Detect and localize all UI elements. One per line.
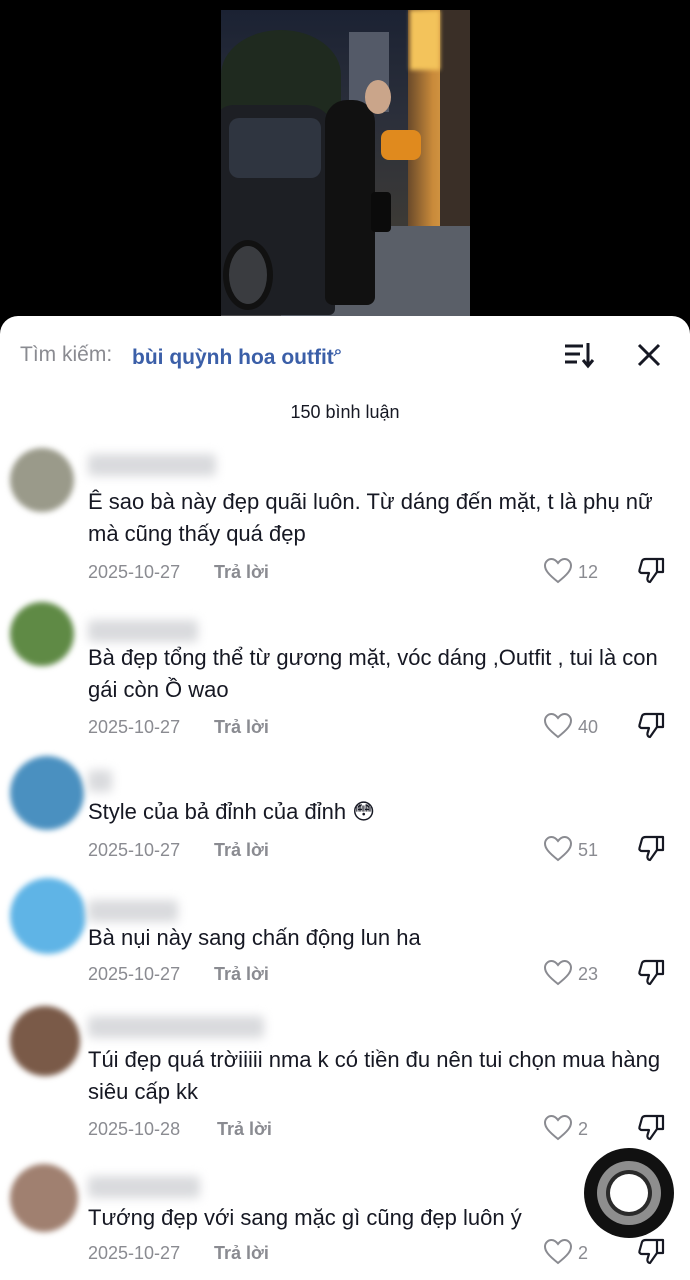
comment-date: 2025-10-27 <box>88 964 181 984</box>
floating-assistive-button[interactable] <box>584 1148 674 1238</box>
comments-header: Tìm kiếm: bùi quỳnh hoa outfit⌕ <box>0 316 690 394</box>
avatar[interactable] <box>10 878 86 954</box>
comment-date: 2025-10-27 <box>88 562 181 582</box>
comment-date: 2025-10-27 <box>88 717 181 737</box>
comment-text: Tướng đẹp với sang mặc gì cũng đẹp luôn … <box>88 1205 522 1230</box>
username[interactable] <box>88 900 178 922</box>
comment-date: 2025-10-27 <box>88 1243 181 1263</box>
avatar[interactable] <box>10 602 74 666</box>
reply-button[interactable]: Trả lời <box>214 964 269 985</box>
heart-icon[interactable] <box>544 558 572 584</box>
video-thumbnail[interactable] <box>221 10 470 316</box>
dislike-icon[interactable] <box>637 834 665 862</box>
avatar[interactable] <box>10 1164 78 1232</box>
dislike-icon[interactable] <box>637 1113 665 1141</box>
reply-button[interactable]: Trả lời <box>214 562 269 583</box>
sort-icon[interactable] <box>563 340 595 370</box>
comment-text: Túi đẹp quá trờiiiii nma k có tiền đu nê… <box>88 1047 661 1104</box>
search-label: Tìm kiếm: <box>20 343 113 366</box>
username[interactable] <box>88 620 198 642</box>
dislike-icon[interactable] <box>637 958 665 986</box>
reply-button[interactable]: Trả lời <box>214 1243 269 1264</box>
username[interactable] <box>88 454 216 476</box>
dislike-icon[interactable] <box>637 556 665 584</box>
comment-text: Ê sao bà này đẹp quãi luôn. Từ dáng đến … <box>88 489 653 546</box>
like-count: 12 <box>578 562 599 582</box>
username[interactable] <box>88 770 112 792</box>
like-count: 40 <box>578 717 599 737</box>
heart-icon[interactable] <box>544 960 572 986</box>
comment-text: Bà nụi này sang chấn động lun ha <box>88 925 421 950</box>
comments-count: 150 bình luận <box>290 402 400 422</box>
dislike-icon[interactable] <box>637 1237 665 1265</box>
like-count: 2 <box>578 1243 589 1263</box>
heart-icon[interactable] <box>544 1239 572 1265</box>
avatar[interactable] <box>10 448 74 512</box>
username[interactable] <box>88 1176 200 1198</box>
video-area <box>0 0 690 330</box>
assistive-core <box>610 1174 648 1212</box>
like-count: 51 <box>578 840 599 860</box>
reply-button[interactable]: Trả lời <box>214 840 269 861</box>
avatar[interactable] <box>10 1006 80 1076</box>
search-query-text: bùi quỳnh hoa outfit <box>132 346 334 369</box>
search-icon: ⌕ <box>333 343 343 360</box>
like-count: 2 <box>578 1119 589 1139</box>
dislike-icon[interactable] <box>637 711 665 739</box>
avatar[interactable] <box>10 756 84 830</box>
comment-text: Style của bả đỉnh của đỉnh 😳 <box>88 799 376 824</box>
username[interactable] <box>88 1016 264 1038</box>
comment-text: Bà đẹp tổng thể từ gương mặt, vóc dáng ,… <box>88 645 658 702</box>
comment-date: 2025-10-27 <box>88 840 181 860</box>
reply-button[interactable]: Trả lời <box>217 1119 272 1140</box>
heart-icon[interactable] <box>544 1115 572 1141</box>
reply-button[interactable]: Trả lời <box>214 717 269 738</box>
close-icon[interactable] <box>636 342 662 368</box>
search-query-link[interactable]: bùi quỳnh hoa outfit⌕ <box>132 343 342 370</box>
heart-icon[interactable] <box>544 836 572 862</box>
heart-icon[interactable] <box>544 713 572 739</box>
comment-date: 2025-10-28 <box>88 1119 181 1139</box>
like-count: 23 <box>578 964 599 984</box>
